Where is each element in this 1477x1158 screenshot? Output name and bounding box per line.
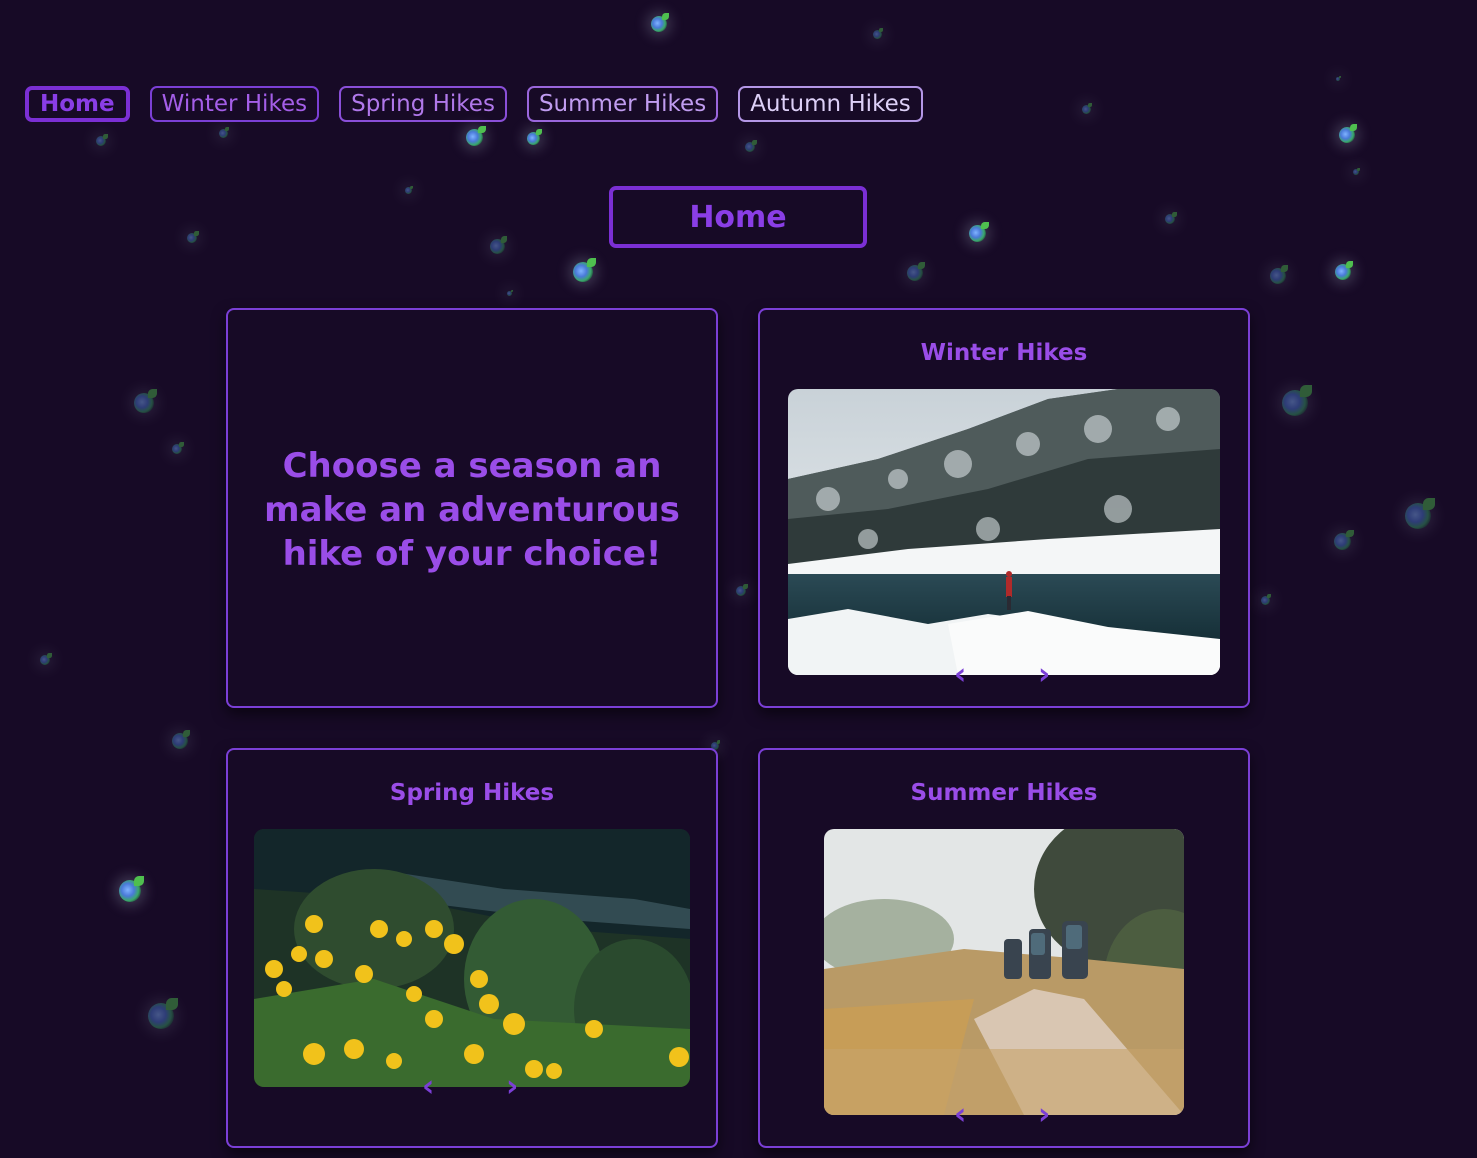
orb-icon [134, 389, 157, 413]
summer-prev-arrow[interactable]: ‹ [954, 1100, 966, 1130]
orb-icon [873, 28, 884, 39]
summer-hikes-title: Summer Hikes [910, 780, 1098, 806]
orb-icon [1405, 497, 1435, 529]
summer-hikes-photo [824, 829, 1184, 1115]
orb-icon [96, 134, 108, 146]
orb-icon [1336, 76, 1341, 81]
summer-next-arrow[interactable]: › [1038, 1100, 1050, 1130]
spring-hikes-title: Spring Hikes [389, 780, 555, 806]
nav-summer-hikes-button[interactable]: Summer Hikes [526, 86, 719, 122]
orb-icon [1165, 212, 1177, 224]
orb-icon [1282, 384, 1312, 416]
spring-prev-arrow[interactable]: ‹ [422, 1072, 434, 1102]
orb-icon [907, 261, 926, 281]
orb-icon [1082, 103, 1093, 114]
orb-icon [172, 729, 191, 749]
orb-icon [148, 997, 178, 1029]
spring-hikes-card: Spring Hikes ‹ › [226, 748, 718, 1148]
orb-icon [187, 231, 199, 243]
orb-icon [651, 12, 670, 32]
nav-spring-hikes-button[interactable]: Spring Hikes [339, 86, 507, 122]
nav-home-button[interactable]: Home [25, 86, 130, 122]
spring-next-arrow[interactable]: › [506, 1072, 518, 1102]
orb-icon [745, 140, 757, 152]
orb-icon [736, 584, 748, 596]
orb-icon [490, 236, 508, 254]
nav-autumn-hikes-button[interactable]: Autumn Hikes [738, 86, 923, 122]
orb-icon [1270, 264, 1289, 284]
winter-prev-arrow[interactable]: ‹ [954, 660, 966, 690]
winter-hikes-card: Winter Hikes ‹ › [758, 308, 1250, 708]
orb-icon [119, 875, 145, 902]
summer-hikes-card: Summer Hikes ‹ › [758, 748, 1250, 1148]
orb-icon [466, 125, 486, 146]
winter-hikes-photo [788, 389, 1220, 675]
orb-icon [1261, 594, 1272, 605]
winter-next-arrow[interactable]: › [1038, 660, 1050, 690]
intro-text: Choose a season an make an adventurous h… [264, 446, 680, 574]
orb-icon [172, 442, 184, 454]
orb-icon [507, 290, 513, 296]
orb-icon [1335, 260, 1354, 280]
intro-card: Choose a season an make an adventurous h… [226, 308, 718, 708]
orb-icon [969, 221, 989, 242]
orb-icon [527, 129, 542, 145]
spring-hikes-photo [254, 829, 690, 1087]
orb-icon [1339, 123, 1358, 143]
orb-icon [1334, 529, 1354, 550]
top-nav: Home Winter Hikes Spring Hikes Summer Hi… [25, 86, 923, 122]
orb-icon [405, 185, 414, 194]
nav-winter-hikes-button[interactable]: Winter Hikes [149, 86, 320, 122]
orb-icon [573, 258, 596, 282]
winter-hikes-title: Winter Hikes [920, 340, 1088, 366]
orb-icon [1353, 167, 1360, 175]
page-title: Home [609, 186, 867, 248]
orb-icon [40, 653, 52, 665]
orb-icon [219, 127, 230, 138]
